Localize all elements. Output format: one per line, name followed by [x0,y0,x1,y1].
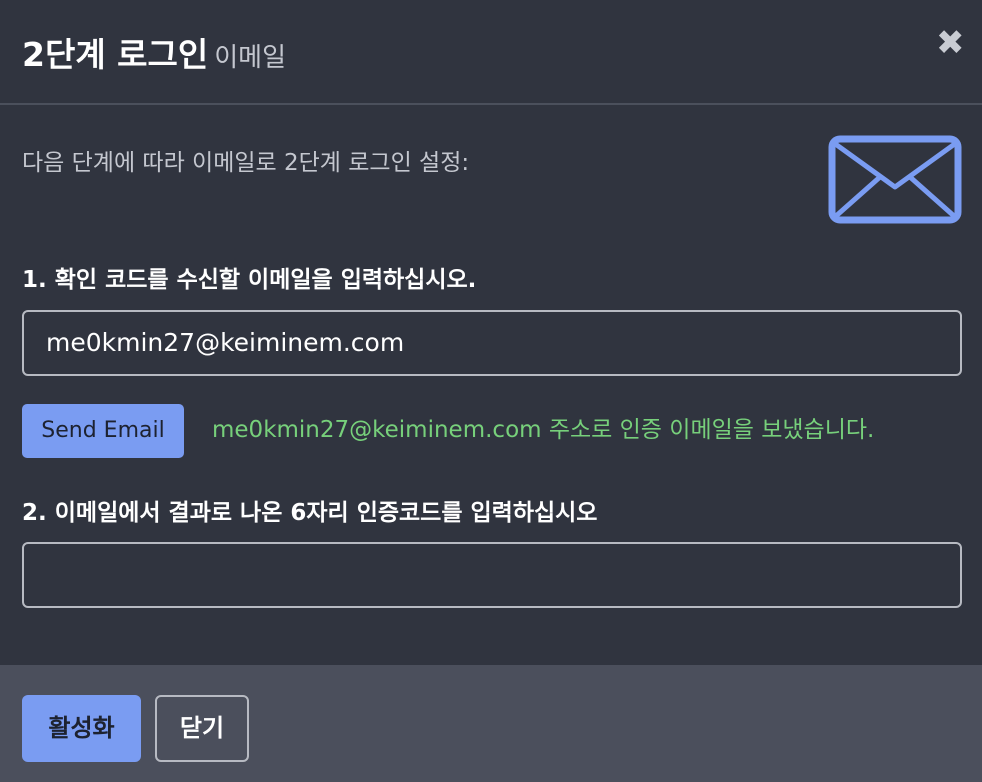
step1-label: 1. 확인 코드를 수신할 이메일을 입력하십시오. [22,267,477,293]
dialog-title-text: 2단계 로그인 [22,35,209,74]
two-step-login-dialog: 2단계 로그인 이메일 ✖ 다음 단계에 따라 이메일로 2단계 로그인 설정: … [0,0,982,782]
close-icon[interactable]: ✖ [936,26,965,60]
email-input[interactable]: me0kmin27@keiminem.com [22,310,962,376]
activate-button[interactable]: 활성화 [22,695,141,762]
dialog-subtitle: 이메일 [214,43,287,73]
intro-text: 다음 단계에 따라 이메일로 2단계 로그인 설정: [22,150,470,176]
dialog-header: 2단계 로그인 이메일 ✖ [0,0,982,105]
envelope-icon [828,135,962,224]
send-email-button[interactable]: Send Email [22,404,184,458]
dialog-footer: 활성화 닫기 [0,665,982,782]
close-button[interactable]: 닫기 [155,695,249,762]
verification-code-input[interactable] [22,542,962,608]
email-sent-message: me0kmin27@keiminem.com 주소로 인증 이메일을 보냈습니다… [212,417,875,443]
step2-label: 2. 이메일에서 결과로 나온 6자리 인증코드를 입력하십시오 [22,500,598,526]
dialog-title: 2단계 로그인 이메일 [22,28,286,76]
